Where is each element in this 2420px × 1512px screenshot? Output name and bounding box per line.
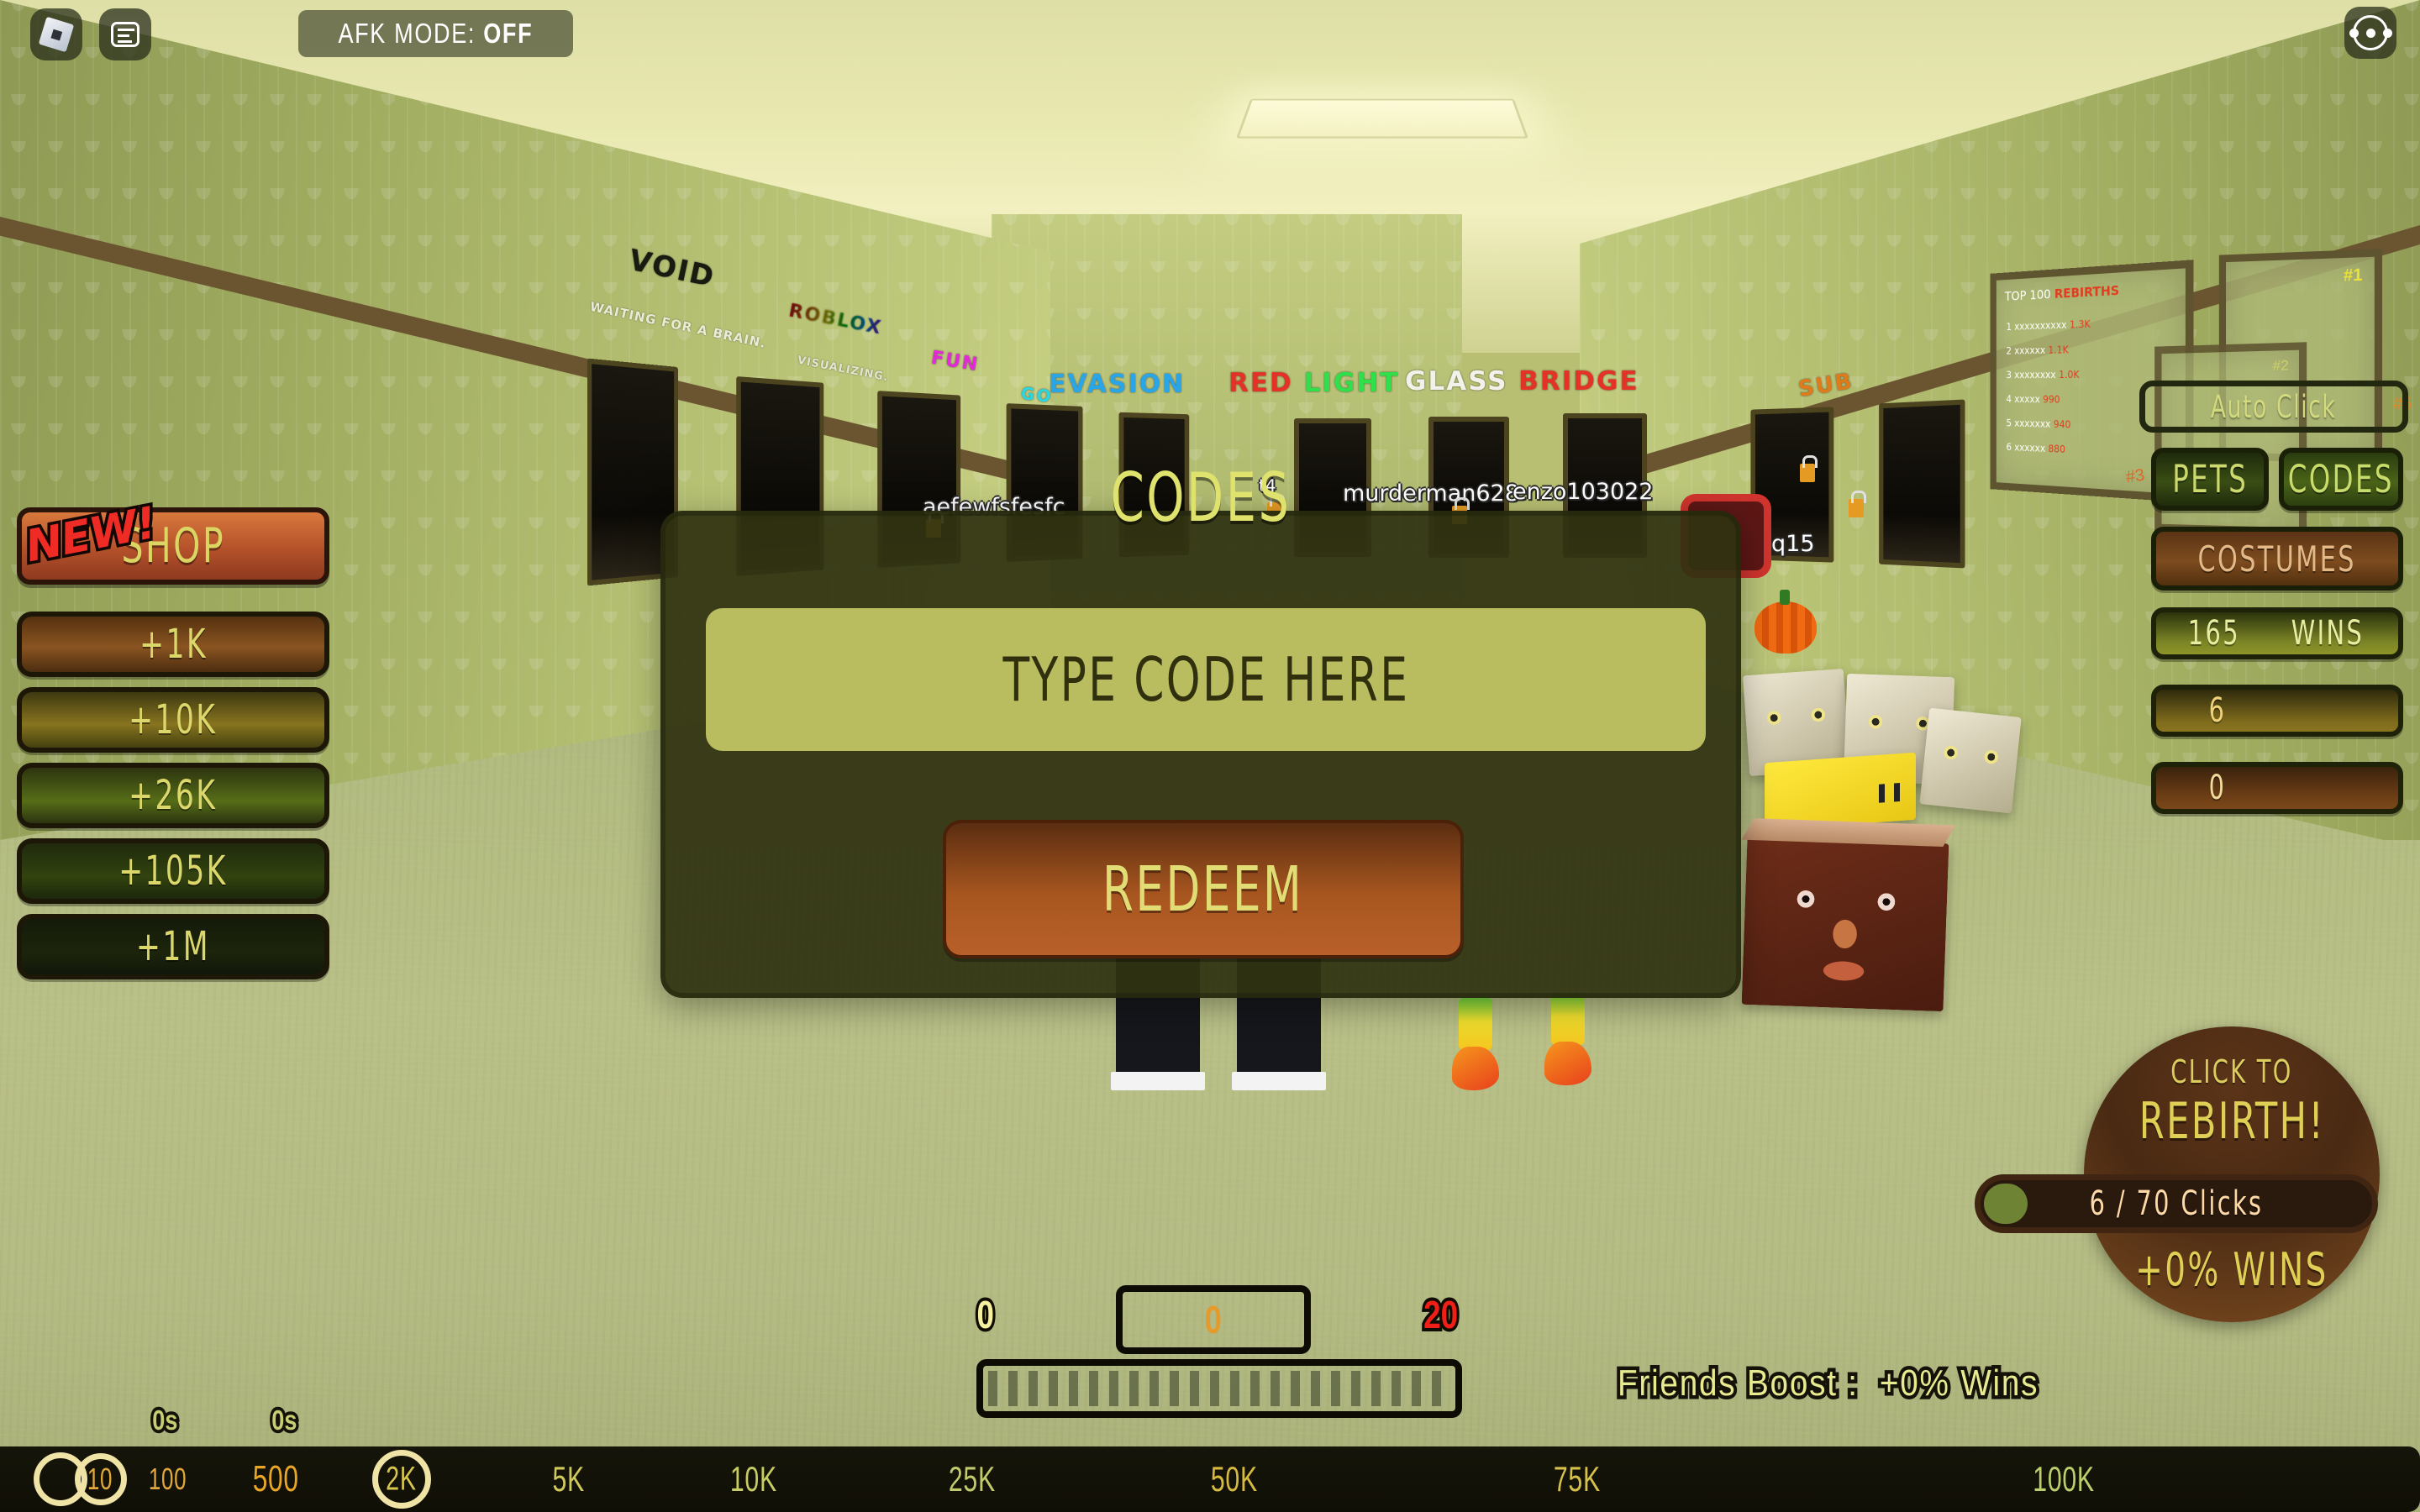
ellipsis-dots: [2349, 28, 2392, 38]
tertiary-stat: 0: [2151, 762, 2403, 814]
milestone-label-5k: 5K: [552, 1459, 585, 1499]
gain-button-label: +10K: [129, 696, 218, 743]
costumes-button[interactable]: COSTUMES: [2151, 527, 2403, 591]
rebirth-progress-label: 6 / 70 Clicks: [2089, 1184, 2264, 1223]
costumes-button-label: COSTUMES: [2197, 538, 2357, 580]
milestone-label-75k: 75K: [1553, 1459, 1601, 1499]
secondary-stat: 6: [2151, 685, 2403, 737]
combo-track: [976, 1359, 1462, 1418]
shop-button[interactable]: SHOP: [17, 507, 329, 585]
gain-button-label: +1K: [139, 621, 208, 668]
hud-overlay: AFK MODE: OFF SHOP NEW! +1K +10K +26K +1…: [0, 0, 2420, 1512]
gain-button-label: +105K: [118, 848, 228, 895]
code-input-field[interactable]: TYPE CODE HERE: [706, 608, 1706, 751]
milestone-label-25k: 25K: [948, 1459, 996, 1499]
wins-value: 165: [2187, 614, 2240, 653]
roblox-logo-icon[interactable]: [30, 8, 82, 60]
auto-click-label: Auto Click: [2211, 388, 2337, 425]
gain-button-1m[interactable]: +1M: [17, 914, 329, 979]
codes-button-label: CODES: [2287, 457, 2395, 501]
friends-boost-value: +0% Wins: [1876, 1359, 2041, 1408]
gain-button-105k[interactable]: +105K: [17, 838, 329, 904]
milestone-label-2k: 2K: [386, 1460, 417, 1498]
afk-mode-indicator[interactable]: AFK MODE: OFF: [298, 10, 573, 57]
combo-current-box: 0: [1116, 1285, 1311, 1354]
gain-button-26k[interactable]: +26K: [17, 763, 329, 828]
pets-button-label: PETS: [2172, 457, 2248, 501]
auto-click-button[interactable]: Auto Click: [2139, 381, 2408, 433]
milestone-progress-bar: 10 100 500 2K 5K 10K 25K 50K 75K 100K: [0, 1446, 2420, 1512]
secondary-stat-value: 6: [2208, 691, 2227, 730]
combo-min-value: 0: [974, 1289, 997, 1340]
milestone-timer: 0s: [150, 1401, 181, 1439]
rebirth-bonus-label: +0% WINS: [2135, 1243, 2328, 1296]
gain-button-10k[interactable]: +10K: [17, 687, 329, 753]
wins-stat: 165 WINS: [2151, 607, 2403, 659]
gain-button-label: +1M: [136, 923, 210, 970]
friends-boost-text: Friends Boost : +0% Wins: [1614, 1359, 2041, 1408]
code-input-placeholder: TYPE CODE HERE: [1002, 644, 1409, 715]
gain-button-label: +26K: [129, 772, 218, 819]
afk-label-text: AFK MODE:: [338, 18, 476, 49]
rebirth-button[interactable]: CLICK TO REBIRTH! 6 / 70 Clicks +0% WINS: [1975, 1026, 2380, 1322]
afk-mode-label: AFK MODE: OFF: [338, 18, 533, 50]
tertiary-stat-value: 0: [2208, 769, 2227, 807]
combo-meter: 0 20 0: [966, 1285, 1470, 1418]
rebirth-click-to-label: CLICK TO: [2170, 1053, 2293, 1090]
combo-ticks: [988, 1371, 1450, 1406]
wins-label: WINS: [2291, 614, 2365, 653]
milestone-label-10: 10: [87, 1462, 113, 1496]
milestone-label-100k: 100K: [2033, 1459, 2095, 1499]
milestone-label-100: 100: [148, 1462, 187, 1496]
rebirth-title-label: REBIRTH!: [2139, 1092, 2325, 1151]
chat-bubble-icon[interactable]: [99, 8, 151, 60]
milestone-label-50k: 50K: [1210, 1459, 1258, 1499]
milestone-label-500: 500: [252, 1458, 299, 1499]
redeem-button-label: REDEEM: [1102, 853, 1304, 926]
ellipsis-icon[interactable]: [2344, 7, 2396, 59]
shop-button-label: SHOP: [121, 518, 225, 574]
milestone-label-10k: 10K: [729, 1459, 777, 1499]
pets-button[interactable]: PETS: [2151, 448, 2269, 511]
rebirth-progress-bar: 6 / 70 Clicks: [1975, 1174, 2378, 1233]
gain-button-1k[interactable]: +1K: [17, 612, 329, 677]
game-screen: VOID WAITING FOR A BRAIN. VISUALIZING. R…: [0, 0, 2420, 1512]
redeem-button[interactable]: REDEEM: [943, 820, 1464, 958]
combo-max-value: 20: [1421, 1289, 1460, 1340]
friends-boost-label: Friends Boost :: [1614, 1359, 1860, 1408]
afk-value-text: OFF: [483, 18, 534, 49]
codes-modal: CODES TYPE CODE HERE REDEEM: [660, 459, 1741, 998]
milestone-timer: 0s: [269, 1401, 300, 1439]
codes-modal-title: CODES: [1110, 459, 1292, 537]
combo-current-value: 0: [1204, 1298, 1223, 1341]
codes-button[interactable]: CODES: [2279, 448, 2403, 511]
